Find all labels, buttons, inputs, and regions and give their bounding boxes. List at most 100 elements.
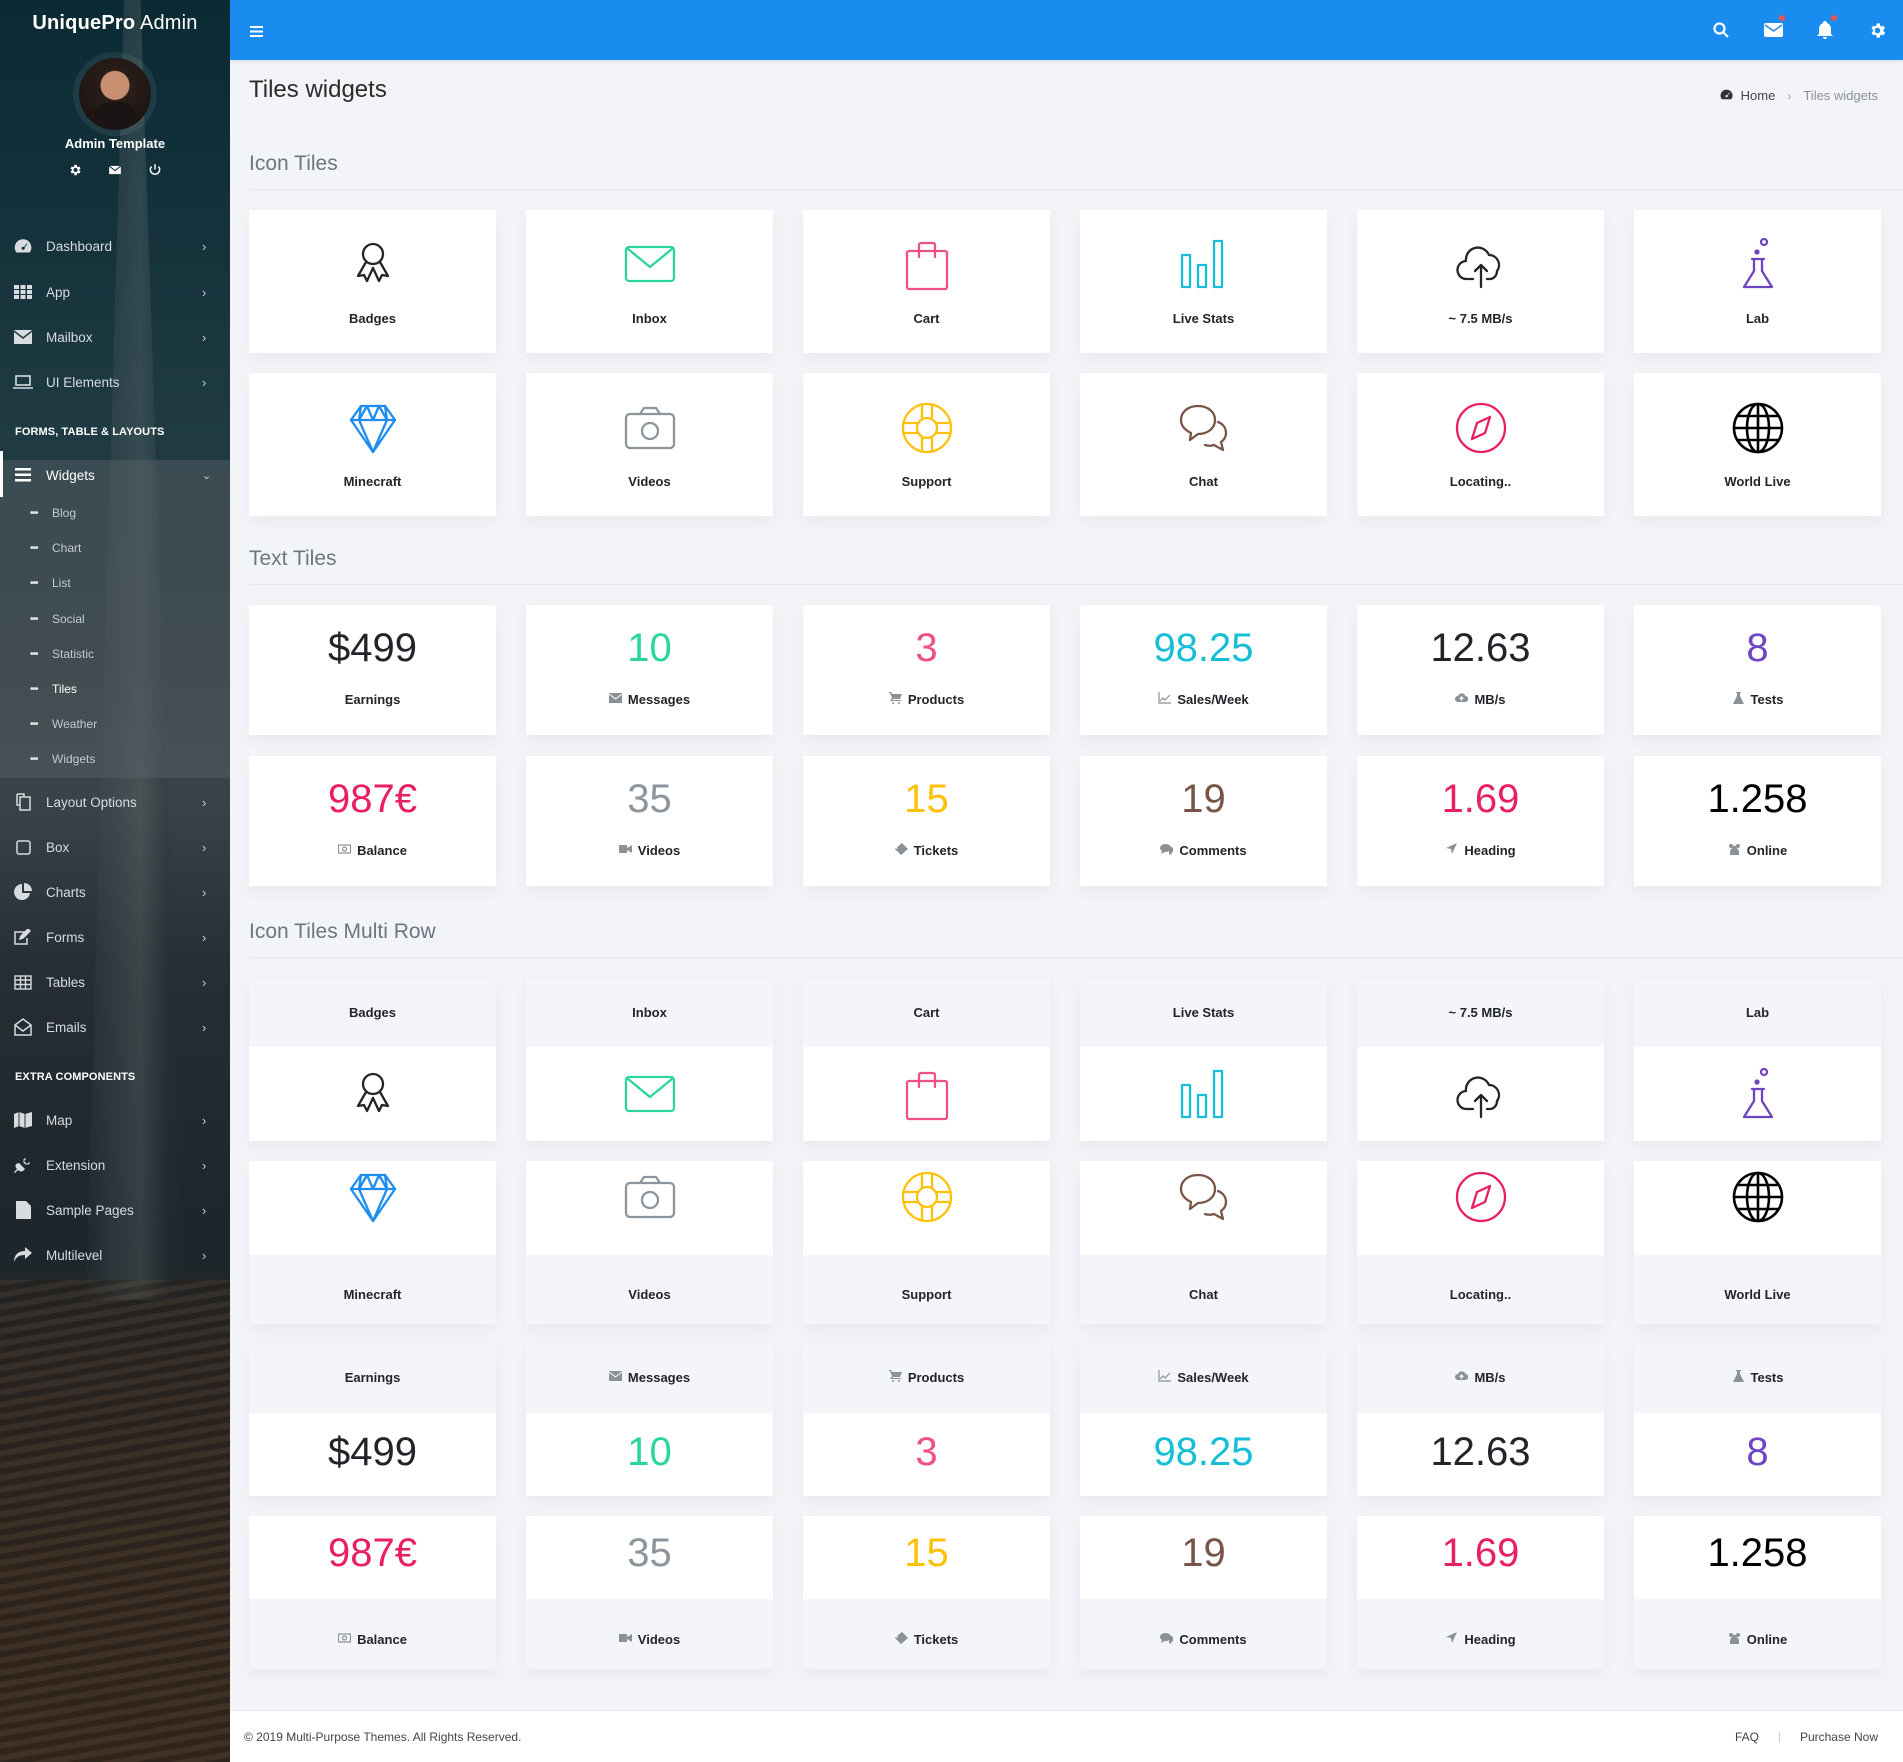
hamburger-menu-icon[interactable] xyxy=(250,24,263,37)
breadcrumb-home[interactable]: Home xyxy=(1741,88,1776,103)
icon-tile-lab[interactable]: Lab xyxy=(1634,210,1881,353)
multi-icon-tile-locating[interactable]: Locating.. xyxy=(1357,1161,1604,1324)
text-tile-earnings[interactable]: $499 Earnings xyxy=(249,605,496,735)
multi-text-tile-heading[interactable]: Heading 1.69 xyxy=(1357,1516,1604,1669)
icon-tile-support[interactable]: Support xyxy=(803,373,1050,516)
sidebar-item-widgets[interactable]: Widgets ⌄ xyxy=(0,451,230,497)
tile-value: 19 xyxy=(1181,777,1226,821)
submenu-item-social[interactable]: ••• Social xyxy=(0,605,230,633)
icon-tile-chat[interactable]: Chat xyxy=(1080,373,1327,516)
power-icon[interactable] xyxy=(148,163,162,177)
submenu-item-chart[interactable]: ••• Chart xyxy=(0,534,230,562)
text-tile-online[interactable]: 1.258 Online xyxy=(1634,756,1881,886)
multi-text-tile-balance[interactable]: Balance 987€ xyxy=(249,1516,496,1669)
sidebar-item-layout-options[interactable]: Layout Options › xyxy=(0,782,230,822)
brand-logo[interactable]: UniquePro Admin xyxy=(0,12,230,35)
icon-tile-videos[interactable]: Videos xyxy=(526,373,773,516)
multi-icon-tile-chat[interactable]: Chat xyxy=(1080,1161,1327,1324)
icon-tile-live-stats[interactable]: Live Stats xyxy=(1080,210,1327,353)
submenu-item-statistic[interactable]: ••• Statistic xyxy=(0,640,230,668)
bell-icon[interactable] xyxy=(1799,0,1851,60)
multi-text-tile-mb-s[interactable]: MB/s 12.63 xyxy=(1357,1343,1604,1496)
multi-icon-tile-world-live[interactable]: World Live xyxy=(1634,1161,1881,1324)
page-title: Tiles widgets xyxy=(249,76,387,103)
multi-icon-tile-7-5-mb-s[interactable]: ~ 7.5 MB/s xyxy=(1357,978,1604,1141)
multi-text-tile-tests[interactable]: Tests 8 xyxy=(1634,1343,1881,1496)
submenu-item-blog[interactable]: ••• Blog xyxy=(0,499,230,527)
multi-text-tile-videos[interactable]: Videos 35 xyxy=(526,1516,773,1669)
multi-text-tile-sales-week[interactable]: Sales/Week 98.25 xyxy=(1080,1343,1327,1496)
icon-tile-cart[interactable]: Cart xyxy=(803,210,1050,353)
multi-text-tile-online[interactable]: Online 1.258 xyxy=(1634,1516,1881,1669)
footer-link-purchase[interactable]: Purchase Now xyxy=(1800,1730,1878,1744)
sidebar-item-emails[interactable]: Emails › xyxy=(0,1007,230,1047)
icon-tile-badges[interactable]: Badges xyxy=(249,210,496,353)
tile-label: Live Stats xyxy=(1172,311,1235,326)
text-tile-mb-s[interactable]: 12.63 MB/s xyxy=(1357,605,1604,735)
search-icon[interactable] xyxy=(1695,0,1747,60)
text-tile-products[interactable]: 3 Products xyxy=(803,605,1050,735)
icon-tile-locating[interactable]: Locating.. xyxy=(1357,373,1604,516)
multi-text-tile-products[interactable]: Products 3 xyxy=(803,1343,1050,1496)
avatar[interactable] xyxy=(79,58,151,130)
multi-icon-tile-live-stats[interactable]: Live Stats xyxy=(1080,978,1327,1141)
sidebar-item-dashboard[interactable]: Dashboard › xyxy=(0,226,230,266)
footer-divider xyxy=(1778,1732,1780,1742)
chevron-right-icon: › xyxy=(202,238,207,254)
sidebar-item-app[interactable]: App › xyxy=(0,272,230,312)
sidebar-item-extension[interactable]: Extension › xyxy=(0,1145,230,1185)
sidebar-item-mailbox[interactable]: Mailbox › xyxy=(0,317,230,357)
sidebar-item-multilevel[interactable]: Multilevel › xyxy=(0,1235,230,1275)
text-tile-tests[interactable]: 8 Tests xyxy=(1634,605,1881,735)
tile-label-row: Videos xyxy=(526,843,773,858)
multi-text-tile-comments[interactable]: Comments 19 xyxy=(1080,1516,1327,1669)
text-tile-videos[interactable]: 35 Videos xyxy=(526,756,773,886)
text-tile-sales-week[interactable]: 98.25 Sales/Week xyxy=(1080,605,1327,735)
multi-text-tile-tickets[interactable]: Tickets 15 xyxy=(803,1516,1050,1669)
text-tile-balance[interactable]: 987€ Balance xyxy=(249,756,496,886)
envelope-icon xyxy=(13,328,33,346)
sidebar-item-box[interactable]: Box › xyxy=(0,827,230,867)
gear-icon[interactable] xyxy=(1851,0,1903,60)
submenu-item-tiles[interactable]: ••• Tiles xyxy=(0,675,230,703)
text-tile-tickets[interactable]: 15 Tickets xyxy=(803,756,1050,886)
sidebar-item-map[interactable]: Map › xyxy=(0,1100,230,1140)
icon-tile-inbox[interactable]: Inbox xyxy=(526,210,773,353)
footer-link-faq[interactable]: FAQ xyxy=(1735,1730,1759,1744)
multi-icon-tile-lab[interactable]: Lab xyxy=(1634,978,1881,1141)
chevron-right-icon: › xyxy=(202,929,207,945)
mail-icon[interactable] xyxy=(1747,0,1799,60)
sidebar-item-sample-pages[interactable]: Sample Pages › xyxy=(0,1190,230,1230)
tile-label: Minecraft xyxy=(343,474,402,489)
multi-icon-tile-minecraft[interactable]: Minecraft xyxy=(249,1161,496,1324)
multi-icon-tile-inbox[interactable]: Inbox xyxy=(526,978,773,1141)
multi-icon-tile-cart[interactable]: Cart xyxy=(803,978,1050,1141)
tile-label: Lab xyxy=(1745,311,1770,326)
tile-value: 3 xyxy=(915,1430,938,1474)
chevron-right-icon: › xyxy=(202,1157,207,1173)
multi-icon-tile-badges[interactable]: Badges xyxy=(249,978,496,1141)
icon-tile-world-live[interactable]: World Live xyxy=(1634,373,1881,516)
tile-label-row: Balance xyxy=(249,843,496,858)
text-tile-comments[interactable]: 19 Comments xyxy=(1080,756,1327,886)
envelope-icon[interactable] xyxy=(108,163,122,177)
multi-text-tile-messages[interactable]: Messages 10 xyxy=(526,1343,773,1496)
multi-icon-tile-support[interactable]: Support xyxy=(803,1161,1050,1324)
sidebar-item-ui-elements[interactable]: UI Elements › xyxy=(0,362,230,402)
text-tile-messages[interactable]: 10 Messages xyxy=(526,605,773,735)
multi-text-tile-earnings[interactable]: Earnings $499 xyxy=(249,1343,496,1496)
submenu-item-widgets[interactable]: ••• Widgets xyxy=(0,745,230,773)
location-arrow-icon xyxy=(1445,843,1458,858)
ticket-icon xyxy=(894,843,908,858)
submenu-item-weather[interactable]: ••• Weather xyxy=(0,710,230,738)
submenu-item-list[interactable]: ••• List xyxy=(0,569,230,597)
sidebar-item-forms[interactable]: Forms › xyxy=(0,917,230,957)
sidebar-item-tables[interactable]: Tables › xyxy=(0,962,230,1002)
icon-tile-7-5-mb-s[interactable]: ~ 7.5 MB/s xyxy=(1357,210,1604,353)
multi-icon-tile-videos[interactable]: Videos xyxy=(526,1161,773,1324)
icon-tile-minecraft[interactable]: Minecraft xyxy=(249,373,496,516)
sidebar-item-charts[interactable]: Charts › xyxy=(0,872,230,912)
submenu-label: Statistic xyxy=(52,647,95,661)
gear-icon[interactable] xyxy=(68,163,82,177)
text-tile-heading[interactable]: 1.69 Heading xyxy=(1357,756,1604,886)
